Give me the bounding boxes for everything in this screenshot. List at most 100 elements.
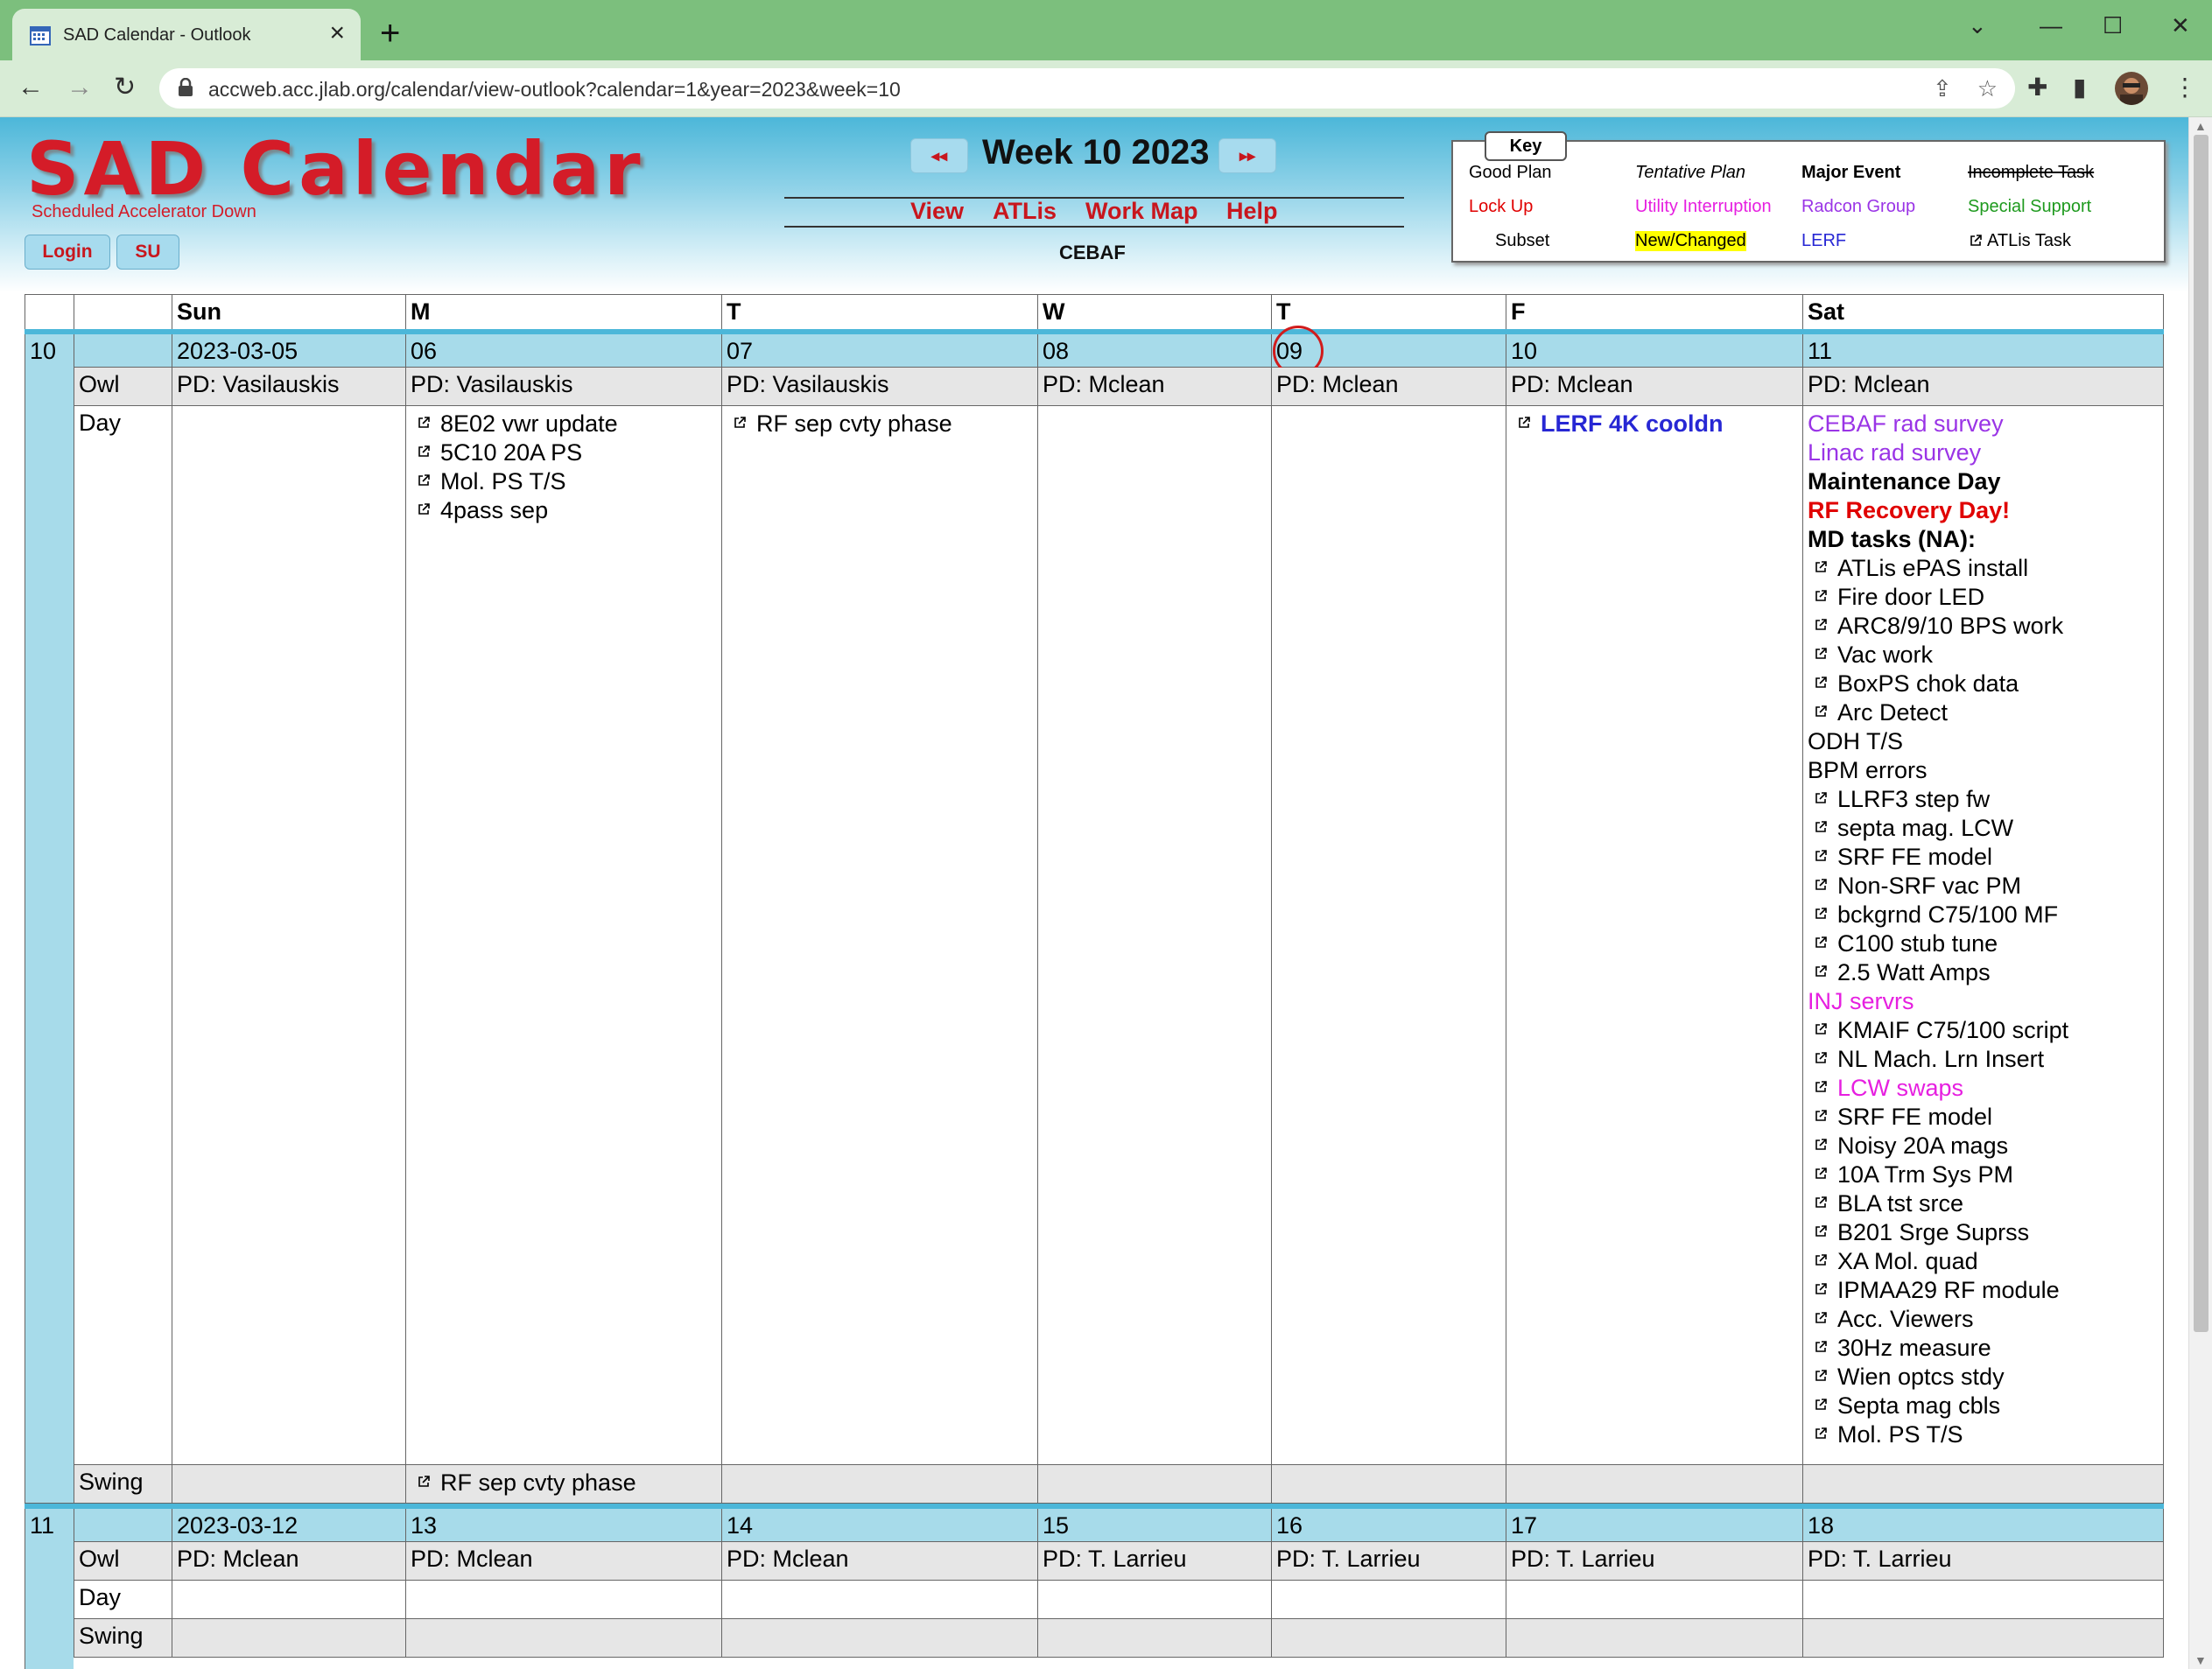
menu-help[interactable]: Help [1226,198,1278,225]
atlis-task-link[interactable]: Mol. PS T/S [1808,1420,2159,1449]
atlis-task-link[interactable]: LERF 4K cooldn [1511,410,1798,438]
date-cell[interactable]: 11 [1802,334,2164,368]
atlis-task-link[interactable]: Arc Detect [1808,698,2159,727]
external-link-icon [1815,705,1827,717]
menu-icon[interactable]: ⋮ [2173,73,2197,102]
maximize-icon[interactable]: ☐ [2103,12,2123,39]
week-number-10-col: 10 [25,334,74,1504]
atlis-task-link[interactable]: C100 stub tune [1808,929,2159,958]
atlis-task-link[interactable]: RF sep cvty phase [727,410,1033,438]
bookmark-star-icon[interactable]: ☆ [1977,75,1998,102]
atlis-task-link[interactable]: 10A Trm Sys PM [1808,1161,2159,1189]
atlis-task-link[interactable]: NL Mach. Lrn Insert [1808,1045,2159,1074]
address-bar[interactable]: accweb.acc.jlab.org/calendar/view-outloo… [159,68,2015,109]
swing-cell [1802,1619,2164,1658]
atlis-task-link[interactable]: Fire door LED [1808,583,2159,612]
atlis-task-link[interactable]: Mol. PS T/S [411,467,717,496]
entry-text: 4pass sep [440,497,549,523]
week-title: Week 10 2023 [982,133,1210,172]
swing-cell [721,1619,1037,1658]
atlis-task-link[interactable]: Non-SRF vac PM [1808,872,2159,901]
browser-tab[interactable]: SAD Calendar - Outlook × [12,9,361,60]
atlis-task-link[interactable]: LLRF3 step fw [1808,785,2159,814]
atlis-task-link[interactable]: ARC8/9/10 BPS work [1808,612,2159,641]
date-cell[interactable]: 13 [405,1509,721,1542]
chevron-down-icon[interactable]: ⌄ [1968,12,1987,39]
previous-week-button[interactable]: ◂◂ [910,138,968,173]
atlis-task-link[interactable]: Noisy 20A mags [1808,1132,2159,1161]
reload-icon[interactable]: ↻ [114,73,136,102]
close-tab-icon[interactable]: × [329,20,345,46]
date-cell[interactable]: 10 [1506,334,1802,368]
calendar-entry: Maintenance Day [1808,467,2159,496]
scroll-up-icon[interactable]: ▲ [2194,119,2207,133]
entry-text: LERF 4K cooldn [1541,410,1724,437]
atlis-task-link[interactable]: Septa mag cbls [1808,1392,2159,1420]
atlis-task-link[interactable]: Vac work [1808,641,2159,670]
atlis-task-link[interactable]: 8E02 vwr update [411,410,717,438]
atlis-task-link[interactable]: 30Hz measure [1808,1334,2159,1363]
date-cell[interactable]: 18 [1802,1509,2164,1542]
calendar-entry: RF Recovery Day! [1808,496,2159,525]
atlis-task-link[interactable]: 2.5 Watt Amps [1808,958,2159,987]
entry-text: LCW swaps [1837,1075,1964,1101]
date-cell[interactable]: 17 [1506,1509,1802,1542]
atlis-task-link[interactable]: SRF FE model [1808,843,2159,872]
atlis-task-link[interactable]: ATLis ePAS install [1808,554,2159,583]
date-cell[interactable]: 16 [1271,1509,1506,1542]
atlis-task-link[interactable]: BLA tst srce [1808,1189,2159,1218]
date-cell[interactable]: 07 [721,334,1037,368]
atlis-task-link[interactable]: XA Mol. quad [1808,1247,2159,1276]
scroll-down-icon[interactable]: ▼ [2194,1653,2207,1667]
mon-swing-list: RF sep cvty phase [411,1469,717,1497]
login-button[interactable]: Login [25,235,110,270]
entry-text: SRF FE model [1837,844,1993,870]
menu-atlis[interactable]: ATLis [993,198,1057,225]
atlis-task-link[interactable]: Wien optcs stdy [1808,1363,2159,1392]
vertical-scrollbar[interactable]: ▲ ▼ [2188,117,2212,1669]
day-cell-sun [172,406,405,1465]
date-cell[interactable]: 2023-03-05 [172,334,405,368]
atlis-task-link[interactable]: BoxPS chok data [1808,670,2159,698]
date-shift-blank [74,334,172,368]
window-close-icon[interactable]: ✕ [2171,12,2190,39]
external-link-icon [1815,1110,1827,1121]
atlis-task-link[interactable]: IPMAA29 RF module [1808,1276,2159,1305]
owl-cell: PD: Mclean [1271,368,1506,406]
atlis-task-link[interactable]: LCW swaps [1808,1074,2159,1103]
entry-text: B201 Srge Suprss [1837,1219,2030,1245]
shift-label-day: Day [74,1581,172,1619]
date-cell[interactable]: 06 [405,334,721,368]
date-cell[interactable]: 15 [1037,1509,1271,1542]
profile-avatar[interactable] [2115,72,2148,105]
share-icon[interactable]: ⇪ [1933,75,1952,102]
atlis-task-link[interactable]: Acc. Viewers [1808,1305,2159,1334]
swing-row-week10: Swing RF sep cvty phase [25,1465,2164,1504]
atlis-task-link[interactable]: 4pass sep [411,496,717,525]
new-tab-icon[interactable]: + [380,16,400,51]
scrollbar-thumb[interactable] [2194,135,2208,1332]
extensions-icon[interactable]: ✚ [2027,73,2047,102]
atlis-task-link[interactable]: bckgrnd C75/100 MF [1808,901,2159,929]
date-cell[interactable]: 2023-03-12 [172,1509,405,1542]
menu-work-map[interactable]: Work Map [1085,198,1198,225]
forward-icon[interactable]: → [67,73,93,102]
external-link-icon [1815,965,1827,977]
atlis-task-link[interactable]: B201 Srge Suprss [1808,1218,2159,1247]
atlis-task-link[interactable]: SRF FE model [1808,1103,2159,1132]
atlis-task-link[interactable]: KMAIF C75/100 script [1808,1016,2159,1045]
atlis-task-link[interactable]: 5C10 20A PS [411,438,717,467]
atlis-task-link[interactable]: septa mag. LCW [1808,814,2159,843]
date-cell[interactable]: 08 [1037,334,1271,368]
day-cell-fri: LERF 4K cooldn [1506,406,1802,1465]
external-link-icon [1815,619,1827,630]
date-cell[interactable]: 14 [721,1509,1037,1542]
next-week-button[interactable]: ▸▸ [1218,138,1276,173]
atlis-task-link[interactable]: RF sep cvty phase [411,1469,717,1497]
minimize-icon[interactable]: — [2040,12,2062,39]
back-icon[interactable]: ← [18,73,44,102]
side-panel-icon[interactable]: ▮ [2073,73,2086,102]
header-thu: T [1271,295,1506,330]
su-button[interactable]: SU [116,235,179,270]
menu-view[interactable]: View [910,198,964,225]
